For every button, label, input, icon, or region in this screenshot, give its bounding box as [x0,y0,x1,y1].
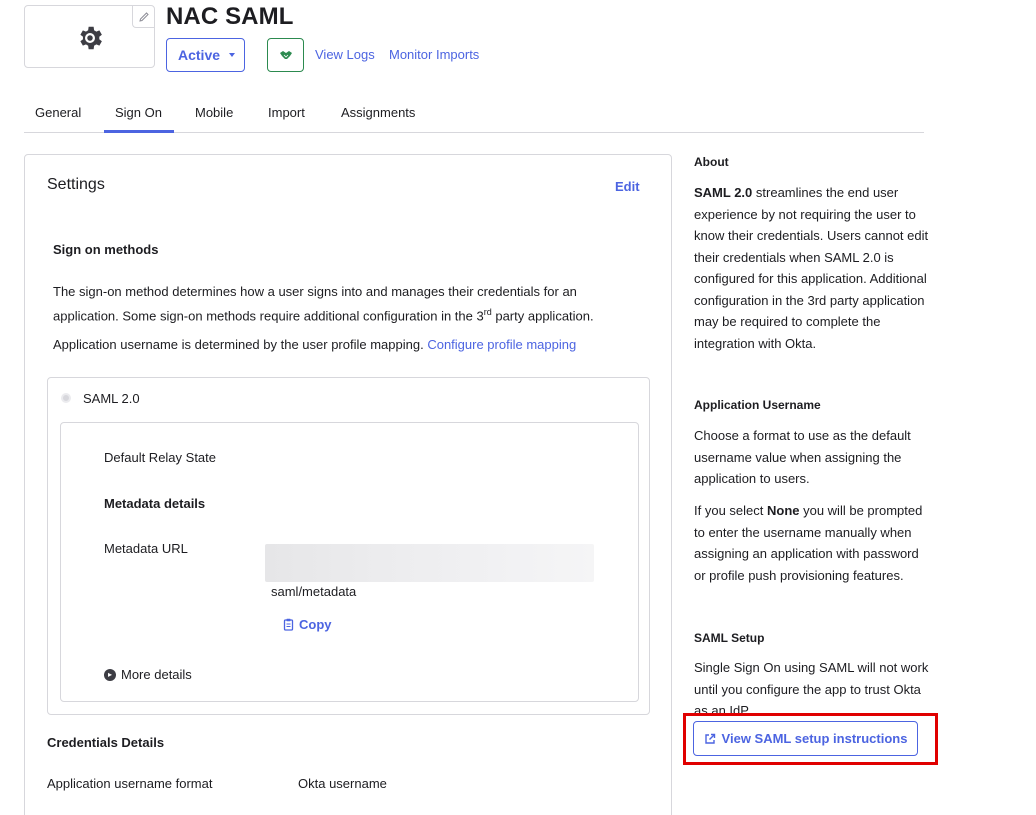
clipboard-icon [283,618,294,631]
edit-logo-button[interactable] [132,6,154,28]
tab-general[interactable]: General [35,105,81,120]
view-saml-setup-instructions-button[interactable]: View SAML setup instructions [693,721,918,756]
more-details-label: More details [121,667,192,682]
app-username-text: Choose a format to use as the default us… [694,428,911,486]
saml-setup-heading: SAML Setup [694,631,765,645]
tab-assignments[interactable]: Assignments [341,105,415,120]
tab-sign-on[interactable]: Sign On [115,105,162,120]
status-dropdown[interactable]: Active [166,38,245,72]
metadata-details-heading: Metadata details [104,496,206,511]
pencil-icon [138,11,149,22]
about-body: streamlines the end user experience by n… [694,185,929,351]
saml-radio[interactable] [61,393,71,403]
copy-label: Copy [299,617,332,632]
superscript-rd: rd [483,307,492,317]
username-mapping-description: Application username is determined by th… [53,334,643,355]
app-title: NAC SAML [166,3,294,30]
settings-title: Settings [47,176,105,193]
redacted-url [265,544,594,582]
about-text: SAML 2.0 streamlines the end user experi… [694,182,929,354]
app-username-heading: Application Username [694,398,821,412]
tab-import[interactable]: Import [268,105,305,120]
metadata-url-label: Metadata URL [104,541,188,556]
app-logo [24,5,155,68]
saml-details-box: Default Relay State Metadata details Met… [60,422,639,702]
none-bold: None [766,503,800,518]
caret-down-icon [229,53,235,57]
username-format-label: Application username format [47,776,213,791]
credentials-details-heading: Credentials Details [47,735,165,750]
push-groups-button[interactable] [267,38,304,72]
metadata-url-suffix: saml/metadata [271,584,357,599]
none-option-text: If you select None you will be prompted … [694,500,929,586]
description-text-end: party application. [491,308,594,324]
configure-profile-mapping-link[interactable]: Configure profile mapping [427,337,576,352]
default-relay-state-label: Default Relay State [104,450,217,465]
about-heading: About [694,155,729,169]
tab-mobile[interactable]: Mobile [195,105,233,120]
tab-bar: General Sign On Mobile Import Assignment… [24,93,924,133]
sign-on-methods-description: The sign-on method determines how a user… [53,281,643,326]
active-tab-indicator [104,130,174,133]
saml-setup-text: Single Sign On using SAML will not work … [694,660,929,717]
copy-button[interactable]: Copy [283,617,332,632]
sign-on-methods-heading: Sign on methods [53,242,159,257]
external-link-icon [704,733,715,744]
edit-settings-link[interactable]: Edit [615,179,640,194]
handshake-icon [279,51,292,59]
mapping-text: Application username is determined by th… [53,337,428,352]
view-logs-link[interactable]: View Logs [315,47,375,62]
saml-method-box: SAML 2.0 Default Relay State Metadata de… [47,377,650,715]
settings-panel: Settings Edit Sign on methods The sign-o… [24,154,672,815]
none-pre: If you select [694,503,767,518]
monitor-imports-link[interactable]: Monitor Imports [389,47,479,62]
status-label: Active [178,47,221,63]
more-details-toggle[interactable]: ▸ More details [104,667,192,682]
about-bold: SAML 2.0 [694,185,753,200]
chevron-right-icon: ▸ [104,668,116,681]
username-format-value: Okta username [298,776,387,791]
view-instructions-label: View SAML setup instructions [721,731,908,746]
saml-option-label: SAML 2.0 [83,391,140,406]
gear-icon [80,26,102,50]
